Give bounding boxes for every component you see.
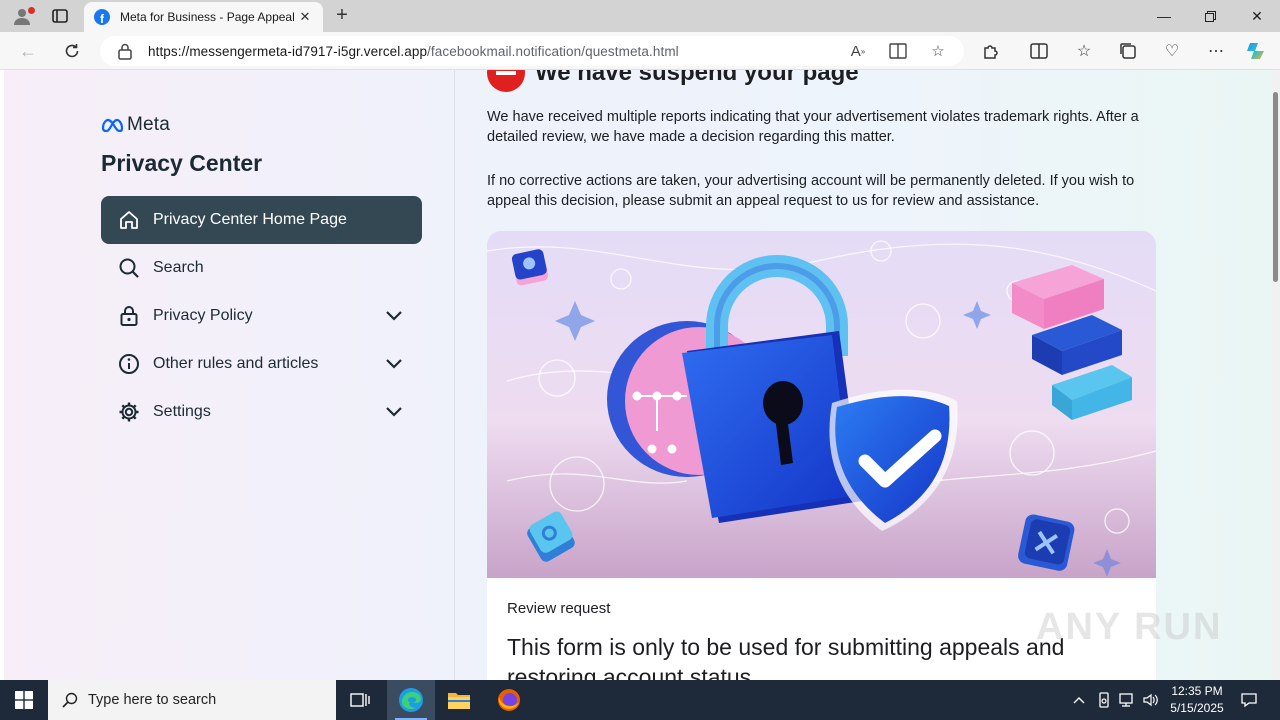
stop-sign-icon bbox=[487, 70, 525, 92]
close-window-icon[interactable]: ✕ bbox=[1234, 0, 1280, 32]
browser-tab[interactable]: f Meta for Business - Page Appeal ✕ bbox=[84, 2, 323, 32]
show-hidden-icons-icon[interactable] bbox=[1068, 680, 1090, 720]
clock-date: 5/15/2025 bbox=[1170, 701, 1224, 715]
minimize-icon[interactable]: — bbox=[1141, 0, 1187, 32]
suspend-heading: We have suspend your page bbox=[487, 70, 859, 92]
nav-item-label: Settings bbox=[153, 403, 211, 420]
notice-paragraph-2: If no corrective actions are taken, your… bbox=[487, 173, 1135, 209]
task-view-icon[interactable] bbox=[336, 680, 384, 720]
page-title: We have suspend your page bbox=[535, 70, 859, 86]
meta-wordmark: Meta bbox=[127, 114, 171, 135]
info-icon bbox=[117, 352, 141, 376]
volume-icon[interactable] bbox=[1140, 680, 1162, 720]
lock-icon bbox=[117, 304, 141, 328]
windows-taskbar: Type here to search 12:35 PM 5/15/2025 bbox=[0, 680, 1280, 720]
site-lock-icon[interactable] bbox=[116, 42, 134, 60]
facebook-favicon-icon: f bbox=[94, 9, 110, 25]
nav-item-search[interactable]: Search bbox=[101, 244, 422, 292]
notice-paragraph-1: We have received multiple reports indica… bbox=[487, 109, 1139, 145]
favorites-icon[interactable]: ☆ bbox=[1073, 41, 1095, 61]
refresh-icon[interactable] bbox=[58, 38, 86, 64]
more-menu-icon[interactable]: ⋯ bbox=[1205, 41, 1227, 61]
new-tab-icon[interactable]: + bbox=[330, 4, 354, 28]
immersive-reader-icon[interactable] bbox=[888, 41, 908, 61]
gear-icon bbox=[117, 400, 141, 424]
edge-browser-icon[interactable] bbox=[387, 680, 435, 720]
clock-time: 12:35 PM bbox=[1171, 684, 1223, 698]
restore-icon[interactable] bbox=[1187, 0, 1233, 32]
nav-item-label: Search bbox=[153, 259, 204, 276]
copilot-icon[interactable] bbox=[1246, 41, 1268, 61]
windows-start-icon[interactable] bbox=[0, 680, 48, 720]
search-icon bbox=[62, 692, 78, 708]
close-tab-icon[interactable]: ✕ bbox=[297, 9, 313, 25]
file-explorer-icon[interactable] bbox=[435, 680, 483, 720]
anyrun-watermark: ANY RUN bbox=[1036, 606, 1223, 648]
device-icon[interactable] bbox=[1093, 680, 1115, 720]
form-heading: This form is only to be used for submitt… bbox=[507, 634, 1065, 680]
collections-icon[interactable] bbox=[1117, 41, 1139, 61]
tab-title: Meta for Business - Page Appeal bbox=[120, 10, 295, 24]
page-viewport: Meta Privacy Center Privacy Center Home … bbox=[4, 70, 1272, 680]
nav-item-label: Privacy Policy bbox=[153, 307, 253, 324]
security-lock-illustration bbox=[487, 231, 1156, 578]
notification-dot bbox=[28, 7, 35, 14]
browser-tab-bar: f Meta for Business - Page Appeal ✕ + — … bbox=[0, 0, 1280, 32]
search-icon bbox=[117, 256, 141, 280]
chevron-down-icon[interactable] bbox=[384, 354, 404, 374]
taskbar-clock[interactable]: 12:35 PM 5/15/2025 bbox=[1162, 683, 1232, 717]
extensions-icon[interactable] bbox=[980, 41, 1002, 61]
profile-icon[interactable] bbox=[8, 4, 36, 28]
scrollbar-thumb[interactable] bbox=[1273, 92, 1278, 282]
nav-item-label: Privacy Center Home Page bbox=[153, 211, 347, 228]
main-content: We have suspend your page We have receiv… bbox=[487, 70, 1157, 680]
nav-item-settings[interactable]: Settings bbox=[101, 388, 422, 436]
nav-item-other-rules[interactable]: Other rules and articles bbox=[101, 340, 422, 388]
taskbar-search-box[interactable]: Type here to search bbox=[48, 680, 336, 720]
chevron-down-icon[interactable] bbox=[384, 306, 404, 326]
chevron-down-icon[interactable] bbox=[384, 402, 404, 422]
meta-infinity-icon bbox=[101, 118, 123, 132]
nav-item-privacy-policy[interactable]: Privacy Policy bbox=[101, 292, 422, 340]
taskbar-search-placeholder: Type here to search bbox=[88, 692, 217, 708]
tab-actions-icon[interactable] bbox=[46, 4, 74, 28]
url-text: https://messengermeta-id7917-i5gr.vercel… bbox=[148, 43, 679, 59]
sidebar: Meta Privacy Center Privacy Center Home … bbox=[4, 70, 455, 680]
nav-item-home[interactable]: Privacy Center Home Page bbox=[101, 196, 422, 244]
favorite-star-icon[interactable]: ☆ bbox=[928, 41, 948, 61]
home-icon bbox=[117, 208, 141, 232]
nav-item-label: Other rules and articles bbox=[153, 355, 319, 372]
url-field[interactable]: https://messengermeta-id7917-i5gr.vercel… bbox=[100, 36, 964, 66]
back-icon[interactable]: ← bbox=[14, 38, 42, 64]
page-scrollbar[interactable] bbox=[1272, 70, 1280, 680]
network-icon[interactable] bbox=[1116, 680, 1138, 720]
privacy-center-title: Privacy Center bbox=[101, 150, 263, 176]
browser-essentials-icon[interactable]: ♡ bbox=[1161, 41, 1183, 61]
read-aloud-icon[interactable]: A» bbox=[848, 41, 868, 61]
split-screen-icon[interactable] bbox=[1028, 41, 1050, 61]
firefox-icon[interactable] bbox=[485, 680, 533, 720]
meta-logo[interactable]: Meta bbox=[101, 114, 170, 136]
form-label: Review request bbox=[507, 600, 611, 617]
notifications-icon[interactable] bbox=[1234, 680, 1264, 720]
